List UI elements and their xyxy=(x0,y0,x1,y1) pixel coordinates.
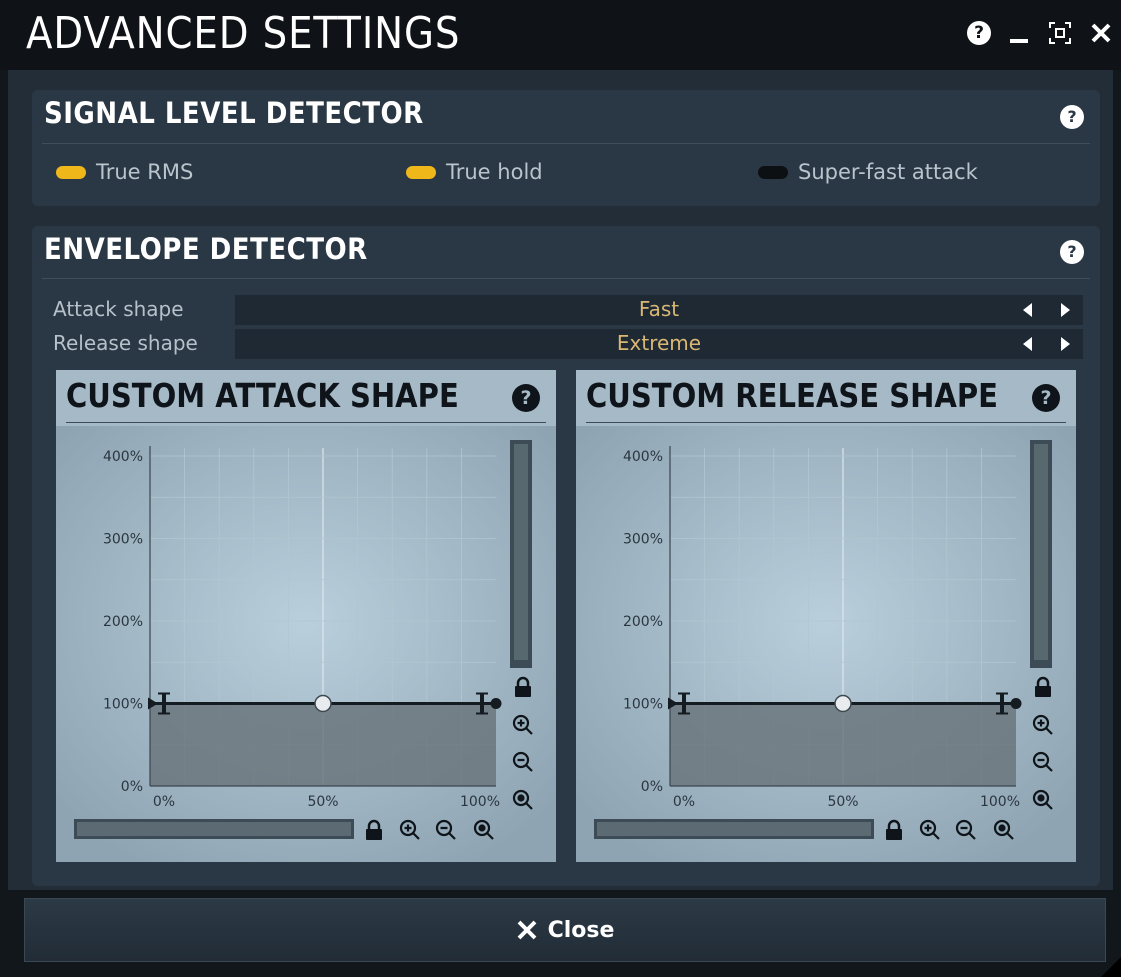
x-tick-label: 100% xyxy=(460,794,500,810)
lock-icon[interactable] xyxy=(1031,675,1055,699)
y-tick-label: 0% xyxy=(641,779,663,795)
scroll-thumb[interactable] xyxy=(1034,444,1048,660)
dialog-body: SIGNAL LEVEL DETECTOR ? True RMS True ho… xyxy=(8,70,1113,890)
param-value: Fast xyxy=(638,297,680,321)
curve-control-point xyxy=(834,694,852,713)
zoom-reset-icon[interactable] xyxy=(992,818,1016,842)
zoom-in-icon[interactable] xyxy=(1031,713,1055,737)
toggle-indicator xyxy=(758,165,788,179)
next-arrow-icon[interactable] xyxy=(1061,337,1070,351)
zoom-reset-icon[interactable] xyxy=(511,788,535,812)
release-shape-graph[interactable]: 400% 300% 200% 100% 0% 0% 50% 100% xyxy=(576,370,1076,862)
close-button[interactable]: Close xyxy=(24,898,1106,962)
x-tick-label: 50% xyxy=(827,794,858,810)
y-tick-label: 100% xyxy=(623,697,663,713)
switch-super-fast-attack[interactable]: Super-fast attack xyxy=(758,160,978,184)
param-label: Attack shape xyxy=(53,297,184,321)
attack-shape-row: Attack shape Fast xyxy=(53,295,1085,325)
x-tick-label: 0% xyxy=(153,794,175,810)
section-title: ENVELOPE DETECTOR xyxy=(44,232,368,266)
switch-label: True hold xyxy=(446,160,543,184)
prev-arrow-icon[interactable] xyxy=(1023,337,1032,351)
tension-handle xyxy=(162,693,166,714)
scroll-thumb[interactable] xyxy=(514,444,528,660)
zoom-reset-icon[interactable] xyxy=(1031,788,1055,812)
toggle-indicator xyxy=(56,165,86,179)
curve-fill xyxy=(670,703,1016,786)
tension-handle xyxy=(682,693,686,714)
x-tick-label: 0% xyxy=(673,794,695,810)
attack-shape-graph[interactable]: 400% 300% 200% 100% 0% 0% 50% 100% xyxy=(56,370,556,862)
end-point xyxy=(1010,698,1022,709)
horizontal-zoom-scrollbar[interactable] xyxy=(594,819,874,839)
section-title: SIGNAL LEVEL DETECTOR xyxy=(44,96,424,130)
y-tick-label: 0% xyxy=(121,779,143,795)
window-title: ADVANCED SETTINGS xyxy=(26,8,461,59)
toggle-indicator xyxy=(406,165,436,179)
lock-icon[interactable] xyxy=(362,818,386,842)
vertical-zoom-scrollbar[interactable] xyxy=(510,440,532,668)
title-bar: ADVANCED SETTINGS ? xyxy=(0,0,1121,70)
switch-true-rms[interactable]: True RMS xyxy=(56,160,193,184)
next-arrow-icon[interactable] xyxy=(1061,303,1070,317)
lock-icon[interactable] xyxy=(511,675,535,699)
zoom-out-icon[interactable] xyxy=(511,750,535,774)
y-tick-label: 400% xyxy=(623,449,663,465)
param-label: Release shape xyxy=(53,331,198,355)
switch-true-hold[interactable]: True hold xyxy=(406,160,543,184)
horizontal-zoom-scrollbar[interactable] xyxy=(74,819,354,839)
help-icon[interactable]: ? xyxy=(967,21,991,45)
y-tick-label: 300% xyxy=(623,532,663,548)
close-icon xyxy=(517,920,536,940)
release-shape-row: Release shape Extreme xyxy=(53,329,1085,359)
curve-control-point xyxy=(314,694,332,713)
zoom-out-icon[interactable] xyxy=(434,818,458,842)
switch-label: Super-fast attack xyxy=(798,160,978,184)
fullscreen-icon[interactable] xyxy=(1047,20,1073,46)
param-value: Extreme xyxy=(616,331,702,355)
divider xyxy=(42,143,1090,144)
y-tick-label: 400% xyxy=(103,449,143,465)
y-tick-label: 100% xyxy=(103,697,143,713)
zoom-in-icon[interactable] xyxy=(918,818,942,842)
help-icon[interactable]: ? xyxy=(1060,240,1084,264)
y-tick-label: 300% xyxy=(103,532,143,548)
custom-release-shape-panel: CUSTOM RELEASE SHAPE ? 400% 300% 200% 100% 0… xyxy=(576,370,1076,862)
prev-arrow-icon[interactable] xyxy=(1023,303,1032,317)
signal-level-detector-panel: SIGNAL LEVEL DETECTOR ? True RMS True ho… xyxy=(32,90,1100,206)
zoom-out-icon[interactable] xyxy=(954,818,978,842)
divider xyxy=(42,278,1090,279)
resize-handle[interactable] xyxy=(1101,957,1121,977)
close-icon[interactable] xyxy=(1089,21,1113,45)
y-tick-label: 200% xyxy=(103,614,143,630)
help-icon[interactable]: ? xyxy=(1060,105,1084,129)
switch-label: True RMS xyxy=(96,160,194,184)
end-point xyxy=(490,698,502,709)
zoom-reset-icon[interactable] xyxy=(472,818,496,842)
curve-fill xyxy=(150,703,496,786)
window-controls: ? xyxy=(967,20,1113,46)
release-shape-selector[interactable]: Extreme xyxy=(235,329,1083,359)
y-tick-label: 200% xyxy=(623,614,663,630)
zoom-in-icon[interactable] xyxy=(511,713,535,737)
attack-shape-selector[interactable]: Fast xyxy=(235,295,1083,325)
tension-handle xyxy=(1000,693,1004,714)
scroll-thumb[interactable] xyxy=(77,822,351,836)
tension-handle xyxy=(480,693,484,714)
scroll-thumb[interactable] xyxy=(597,822,871,836)
vertical-zoom-scrollbar[interactable] xyxy=(1030,440,1052,668)
x-tick-label: 50% xyxy=(307,794,338,810)
x-tick-label: 100% xyxy=(980,794,1020,810)
zoom-in-icon[interactable] xyxy=(398,818,422,842)
close-button-label: Close xyxy=(547,917,615,943)
minimize-icon[interactable] xyxy=(1007,21,1031,45)
lock-icon[interactable] xyxy=(882,818,906,842)
zoom-out-icon[interactable] xyxy=(1031,750,1055,774)
custom-attack-shape-panel: CUSTOM ATTACK SHAPE ? 400% 300% 200% 100% 0%… xyxy=(56,370,556,862)
